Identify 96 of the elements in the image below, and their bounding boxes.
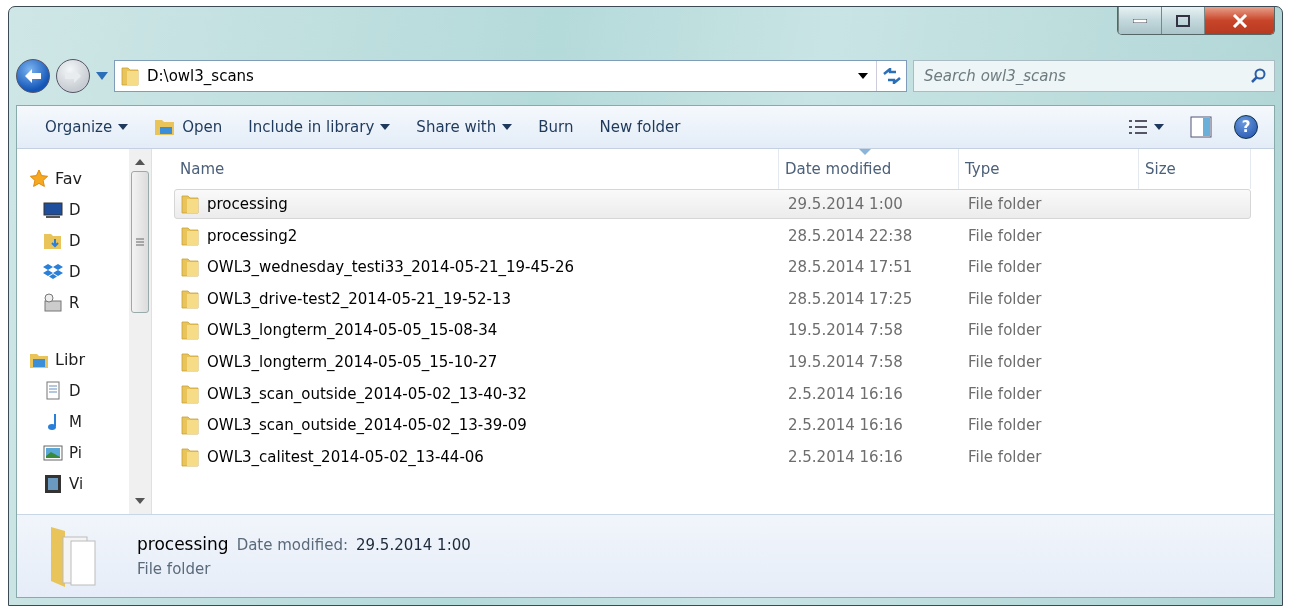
caret-icon [1154, 124, 1164, 130]
close-icon [1231, 13, 1248, 28]
caret-icon[interactable] [858, 73, 868, 79]
folder-icon [181, 225, 199, 246]
navigation-item[interactable]: D [69, 200, 81, 219]
date-modified: 2.5.2014 16:16 [787, 447, 904, 466]
monitor-icon [43, 199, 63, 220]
folder-icon [181, 194, 199, 214]
file-row[interactable]: OWL3_scan_outside_2014-05-02_13-39-09 2.5.2014 16:16 File folder [174, 410, 1251, 441]
scrollbar[interactable] [129, 149, 152, 514]
star-icon [29, 168, 49, 189]
navigation-item[interactable]: D [69, 231, 81, 250]
date-label: Date modified: [236, 536, 348, 554]
maximize-button[interactable] [1161, 7, 1204, 34]
folder-icon [181, 320, 199, 341]
search-icon[interactable] [1250, 68, 1266, 84]
folder-icon [181, 383, 199, 404]
file-type: File folder [967, 226, 1043, 245]
folder-icon [181, 446, 199, 467]
file-row[interactable]: OWL3_longterm_2014-05-05_15-08-34 19.5.2014 7:58 File folder [174, 315, 1251, 346]
navigation-item[interactable]: Vi [69, 474, 84, 493]
file-type: File folder [967, 352, 1043, 371]
toolbar-button[interactable]: Open [144, 114, 233, 140]
scroll-up-icon[interactable] [135, 159, 145, 165]
navigation-item[interactable]: R [69, 293, 80, 312]
file-row[interactable]: OWL3_scan_outside_2014-05-02_13-40-32 2.5.2014 16:16 File folder [174, 378, 1251, 409]
navigation-item[interactable]: Libr [55, 350, 86, 369]
sort-arrow-icon [859, 149, 871, 155]
file-type: File folder [967, 321, 1043, 340]
folder-icon [181, 257, 199, 278]
date-modified: 19.5.2014 7:58 [787, 321, 904, 340]
navigation-item[interactable]: Fav [55, 169, 82, 188]
date-modified: 29.5.2014 1:00 [787, 195, 904, 213]
scroll-down-icon[interactable] [135, 498, 145, 504]
file-name: OWL3_wednesday_testi33_2014-05-21_19-45-26 [207, 258, 575, 277]
date-value: 29.5.2014 1:00 [356, 536, 471, 554]
document-icon [43, 380, 63, 401]
toolbar-button[interactable]: Organize [35, 114, 139, 140]
picture-icon [43, 442, 63, 463]
maximize-icon [1176, 14, 1190, 27]
date-modified: 28.5.2014 17:25 [787, 289, 914, 308]
file-type: File folder [967, 258, 1043, 277]
open-folder-icon [154, 118, 177, 136]
forward-button[interactable] [56, 59, 90, 93]
toolbar-button[interactable]: Include in library [238, 114, 401, 140]
file-row[interactable]: processing 29.5.2014 1:00 File folder [174, 189, 1251, 219]
folder-icon [181, 415, 199, 436]
file-row[interactable]: OWL3_wednesday_testi33_2014-05-21_19-45-26 28.5.2014 17:51 File folder [174, 252, 1251, 283]
film-icon [43, 473, 63, 494]
folder-icon [181, 351, 199, 372]
search-field[interactable]: Search owl3_scans [913, 60, 1275, 92]
date-modified: 2.5.2014 16:16 [787, 384, 904, 403]
file-name: OWL3_scan_outside_2014-05-02_13-39-09 [207, 416, 527, 435]
file-type: File folder [967, 447, 1043, 466]
file-type: File folder [967, 195, 1043, 213]
boxes-icon [43, 261, 63, 282]
selected-name: processing [137, 534, 229, 554]
selected-type: File folder [137, 560, 212, 578]
navigation-item[interactable]: D [69, 262, 81, 281]
file-name: OWL3_calitest_2014-05-02_13-44-06 [207, 447, 484, 466]
file-name: processing [207, 195, 288, 213]
date-modified: 19.5.2014 7:58 [787, 352, 904, 371]
navigation-item[interactable]: Pi [69, 443, 82, 462]
navigation-item[interactable]: M [69, 412, 82, 431]
file-type: File folder [967, 416, 1043, 435]
file-row[interactable]: processing2 28.5.2014 22:38 File folder [174, 220, 1251, 251]
file-row[interactable]: OWL3_longterm_2014-05-05_15-10-27 19.5.2014 7:58 File folder [174, 346, 1251, 377]
pane-icon [1190, 116, 1212, 138]
folder-icon [181, 288, 199, 309]
date-modified: 28.5.2014 22:38 [787, 226, 914, 245]
file-name: OWL3_longterm_2014-05-05_15-08-34 [207, 321, 498, 340]
minimize-icon [1133, 18, 1147, 23]
date-modified: 28.5.2014 17:51 [787, 258, 914, 277]
close-button[interactable] [1204, 7, 1274, 34]
refresh-icon [881, 68, 902, 84]
toolbar-button[interactable]: Burn [528, 114, 584, 140]
grip-icon [136, 238, 144, 246]
scroll-thumb[interactable] [131, 171, 149, 313]
file-name: OWL3_longterm_2014-05-05_15-10-27 [207, 352, 498, 371]
file-type: File folder [967, 289, 1043, 308]
file-name: processing2 [207, 226, 298, 245]
toolbar-button[interactable]: New folder [589, 114, 691, 140]
navigation-item[interactable]: D [69, 381, 81, 400]
minimize-button[interactable] [1118, 7, 1161, 34]
file-name: OWL3_scan_outside_2014-05-02_13-40-32 [207, 384, 527, 403]
file-name: OWL3_drive-test2_2014-05-21_19-52-13 [207, 289, 512, 308]
file-type: File folder [967, 384, 1043, 403]
address-bar[interactable]: D:\owl3_scans [114, 60, 907, 92]
file-row[interactable]: OWL3_drive-test2_2014-05-21_19-52-13 28.5.2014 17:25 File folder [174, 283, 1251, 314]
back-button[interactable] [16, 59, 50, 93]
toolbar-button[interactable]: Share with [406, 114, 523, 140]
folder-icon [121, 66, 139, 86]
details-view-icon [1128, 119, 1148, 135]
date-modified: 2.5.2014 16:16 [787, 416, 904, 435]
file-row[interactable]: OWL3_calitest_2014-05-02_13-44-06 2.5.2014 16:16 File folder [174, 441, 1251, 472]
left-arrow-icon [23, 68, 43, 84]
